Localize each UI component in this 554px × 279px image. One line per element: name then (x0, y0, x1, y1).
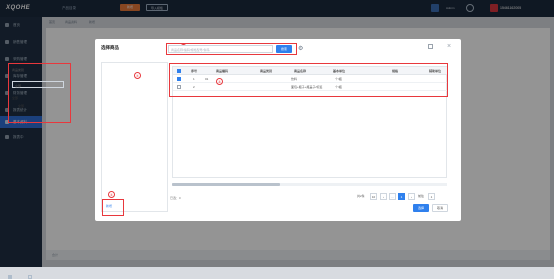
pager-total: 共2条 (357, 194, 365, 198)
close-icon[interactable]: × (447, 43, 451, 50)
expand-icon[interactable] (428, 44, 433, 49)
goto-page-input[interactable]: 1 (428, 193, 435, 200)
table-scrollbar[interactable] (172, 183, 447, 186)
annotation-badge-4: ④ (134, 72, 141, 79)
confirm-button[interactable]: 选择 (413, 204, 429, 212)
next-page-button[interactable]: › (408, 193, 415, 200)
page-button-ellipsis[interactable]: … (389, 193, 396, 200)
dialog-title: 选择商品 (101, 45, 119, 50)
selected-count: 已选：0 (170, 196, 181, 200)
add-product-button[interactable]: 新增 (106, 204, 112, 208)
annotation-badge-3: ③ (216, 78, 223, 85)
category-select[interactable]: 全部 (12, 81, 64, 88)
settings-icon[interactable] (8, 275, 12, 279)
category-label: 商品类别 (12, 68, 25, 72)
page-size-select[interactable]: 10 (370, 193, 377, 200)
gear-icon[interactable]: ⚙ (298, 46, 303, 52)
prev-page-button[interactable]: ‹ (380, 193, 387, 200)
page-button-1[interactable]: 1 (398, 193, 405, 200)
annotation-badge-2: ② (108, 191, 115, 198)
category-panel (101, 62, 168, 212)
trash-icon[interactable] (28, 275, 32, 279)
category-tree-root[interactable]: 全部 (12, 96, 18, 100)
table-highlight-box (169, 63, 448, 97)
goto-label: 前往 (418, 194, 425, 198)
category-tree-child[interactable]: 全部 (18, 104, 24, 108)
search-button[interactable]: 搜索 (276, 45, 292, 53)
category-highlight-box (8, 63, 71, 123)
search-input[interactable]: 商品名称/编码/规格型号/条码 (168, 45, 273, 53)
scrollbar-thumb[interactable] (172, 183, 280, 186)
cancel-button[interactable]: 取消 (432, 204, 448, 212)
